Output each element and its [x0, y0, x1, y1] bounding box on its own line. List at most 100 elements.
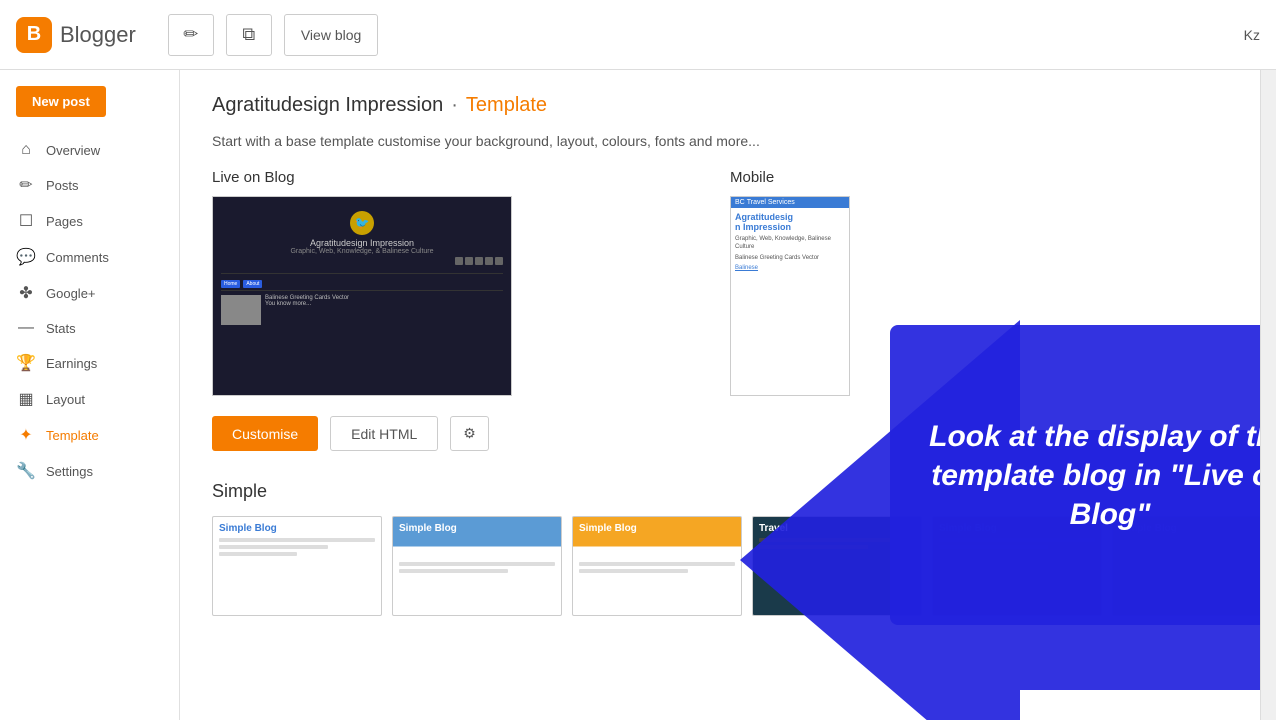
mobile-header-items: Travel Services — [747, 199, 795, 206]
mobile-post-title: Balinese Greeting Cards Vector — [735, 255, 845, 263]
gear-button[interactable]: ⚙ — [450, 416, 489, 451]
mobile-tag: Balinese — [735, 265, 845, 271]
social-icon-4 — [485, 257, 493, 265]
new-post-button[interactable]: New post — [16, 86, 106, 117]
sidebar-label-stats: Stats — [46, 321, 76, 336]
sidebar-label-template: Template — [46, 428, 99, 443]
view-blog-button[interactable]: View blog — [284, 14, 378, 56]
thumb-inner-1: Simple Blog — [213, 517, 381, 615]
nav-item-1: Home — [221, 280, 240, 288]
sidebar-item-settings[interactable]: 🔧 Settings — [0, 453, 179, 489]
settings-icon: 🔧 — [16, 461, 36, 481]
blogger-logo-text: Blogger — [60, 22, 136, 48]
scrollbar-right — [1260, 70, 1276, 720]
mobile-content: Agratitudesign Impression Graphic, Web, … — [731, 208, 849, 275]
content-area: Agratitudesign Impression · Template Sta… — [180, 70, 1260, 720]
pencil-icon: ✏ — [183, 24, 198, 45]
layout-icon: ▦ — [16, 389, 36, 409]
thumb-inner-3: Simple Blog — [573, 517, 741, 615]
sidebar-item-overview[interactable]: ⌂ Overview — [0, 133, 179, 167]
sidebar-label-posts: Posts — [46, 178, 79, 193]
header: B Blogger ✏ ⧉ View blog Kz — [0, 0, 1276, 70]
post-text: Balinese Greeting Cards VectorYou know m… — [265, 295, 349, 325]
sidebar-label-overview: Overview — [46, 143, 100, 158]
template-thumb-6[interactable]: Simple Blog — [1112, 516, 1260, 616]
sidebar-item-pages[interactable]: ☐ Pages — [0, 203, 179, 239]
mobile-header: BC Travel Services — [731, 197, 849, 208]
stats-icon: — — [16, 319, 36, 337]
sidebar-label-comments: Comments — [46, 250, 109, 265]
blog-preview-subtitle: Graphic, Web, Knowledge, & Balinese Cult… — [221, 248, 503, 255]
sidebar-item-stats[interactable]: — Stats — [0, 311, 179, 345]
breadcrumb-current-page: Template — [466, 94, 547, 117]
template-icon: ✦ — [16, 425, 36, 445]
description-text: Start with a base template customise you… — [212, 133, 1228, 149]
comments-icon: 💬 — [16, 247, 36, 267]
sidebar-item-posts[interactable]: ✏ Posts — [0, 167, 179, 203]
sidebar-label-settings: Settings — [46, 464, 93, 479]
mobile-header-text: BC — [735, 199, 745, 206]
customise-button[interactable]: Customise — [212, 416, 318, 451]
edit-html-button[interactable]: Edit HTML — [330, 416, 438, 451]
sidebar-item-template[interactable]: ✦ Template — [0, 417, 179, 453]
blog-preview-inner: 🐦 Agratitudesign Impression Graphic, Web… — [213, 197, 511, 337]
live-on-blog-col: Live on Blog 🐦 Agratitudesign Impression… — [212, 169, 710, 396]
template-thumb-5[interactable]: Simple Blog — [932, 516, 1102, 616]
blog-preview-nav: Home About — [221, 278, 503, 291]
breadcrumb: Agratitudesign Impression · Template — [212, 94, 1228, 117]
social-icon-5 — [495, 257, 503, 265]
action-buttons: Customise Edit HTML ⚙ — [212, 416, 1228, 451]
blogger-logo: B Blogger — [16, 17, 136, 53]
pencil-nav-icon: ✏ — [16, 175, 36, 195]
sidebar-label-google-plus: Google+ — [46, 286, 96, 301]
sidebar-label-pages: Pages — [46, 214, 83, 229]
sidebar-label-earnings: Earnings — [46, 356, 97, 371]
breadcrumb-blog-name: Agratitudesign Impression — [212, 94, 443, 117]
sidebar-item-comments[interactable]: 💬 Comments — [0, 239, 179, 275]
template-thumb-4[interactable]: Travel — [752, 516, 922, 616]
blog-preview-blog-title: Agratitudesign Impression — [221, 238, 503, 248]
post-preview-1: Balinese Greeting Cards VectorYou know m… — [221, 295, 503, 325]
blogger-logo-icon: B — [16, 17, 52, 53]
social-icon-1 — [455, 257, 463, 265]
mobile-col: Mobile BC Travel Services Agratitudesign… — [730, 169, 1228, 396]
sidebar: New post ⌂ Overview ✏ Posts ☐ Pages 💬 Co… — [0, 70, 180, 720]
sidebar-item-earnings[interactable]: 🏆 Earnings — [0, 345, 179, 381]
copy-icon: ⧉ — [242, 24, 255, 45]
mobile-title: Mobile — [730, 169, 1228, 186]
thumb-inner-2: Simple Blog — [393, 517, 561, 615]
copy-button[interactable]: ⧉ — [226, 14, 272, 56]
sidebar-item-google-plus[interactable]: ✤ Google+ — [0, 275, 179, 311]
thumb-inner-5: Simple Blog — [933, 517, 1101, 615]
post-thumbnail — [221, 295, 261, 325]
mobile-blog-subtitle: Graphic, Web, Knowledge, Balinese Cultur… — [735, 236, 845, 252]
nav-item-2: About — [243, 280, 262, 288]
template-thumb-2[interactable]: Simple Blog — [392, 516, 562, 616]
gear-icon: ⚙ — [463, 425, 476, 441]
sidebar-item-layout[interactable]: ▦ Layout — [0, 381, 179, 417]
preview-section: Live on Blog 🐦 Agratitudesign Impression… — [212, 169, 1228, 396]
main-layout: New post ⌂ Overview ✏ Posts ☐ Pages 💬 Co… — [0, 70, 1276, 720]
mobile-preview-image: BC Travel Services Agratitudesign Impres… — [730, 196, 850, 396]
earnings-icon: 🏆 — [16, 353, 36, 373]
blog-logo-circle: 🐦 — [350, 211, 374, 235]
thumb-inner-4: Travel — [753, 517, 921, 615]
template-thumbs-row: Simple Blog Simple Blog Simple Blog — [212, 516, 1228, 616]
mobile-blog-title: Agratitudesign Impression — [735, 212, 845, 232]
blog-preview-social — [221, 257, 503, 265]
blog-preview-image: 🐦 Agratitudesign Impression Graphic, Web… — [212, 196, 512, 396]
social-icon-2 — [465, 257, 473, 265]
pages-icon: ☐ — [16, 211, 36, 231]
live-on-blog-title: Live on Blog — [212, 169, 710, 186]
google-plus-icon: ✤ — [16, 283, 36, 303]
pencil-button[interactable]: ✏ — [168, 14, 214, 56]
template-thumb-1[interactable]: Simple Blog — [212, 516, 382, 616]
breadcrumb-separator: · — [451, 94, 458, 117]
user-avatar[interactable]: Kz — [1244, 27, 1260, 43]
template-thumb-3[interactable]: Simple Blog — [572, 516, 742, 616]
thumb-inner-6: Simple Blog — [1113, 517, 1260, 615]
simple-section-title: Simple — [212, 481, 1228, 502]
home-icon: ⌂ — [16, 141, 36, 159]
social-icon-3 — [475, 257, 483, 265]
blog-preview-header: 🐦 Agratitudesign Impression Graphic, Web… — [221, 205, 503, 274]
